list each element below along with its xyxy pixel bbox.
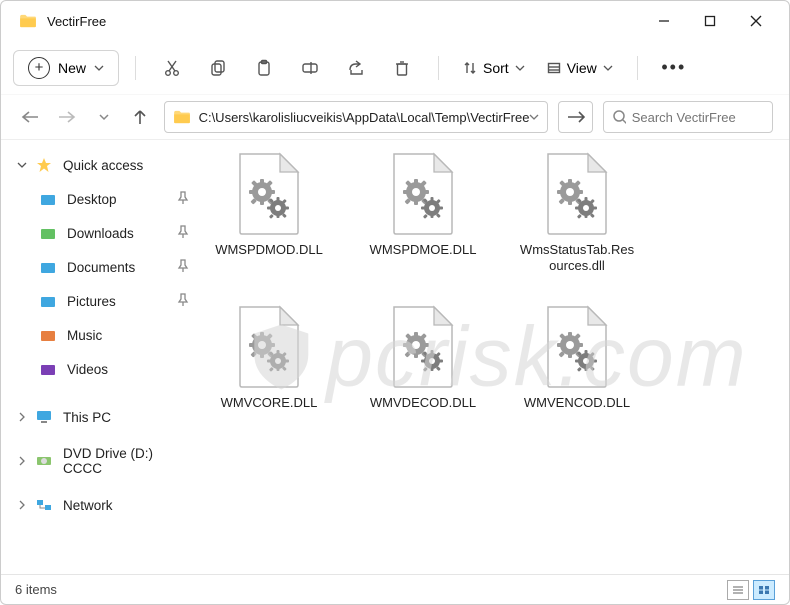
folder-icon: [19, 14, 37, 28]
maximize-button[interactable]: [687, 2, 733, 40]
new-label: New: [58, 60, 86, 76]
delete-button[interactable]: [382, 48, 422, 88]
sidebar-item[interactable]: Desktop: [1, 182, 197, 216]
folder-small-icon: [39, 363, 57, 376]
folder-small-icon: [39, 295, 57, 308]
file-name: WMVENCOD.DLL: [524, 395, 630, 411]
folder-small-icon: [39, 193, 57, 206]
file-name: WMSPDMOE.DLL: [370, 242, 477, 258]
back-button[interactable]: [17, 103, 44, 131]
file-item[interactable]: WMSPDMOE.DLL: [365, 152, 481, 275]
chevron-down-icon: [515, 65, 525, 71]
sidebar-item[interactable]: DVD Drive (D:) CCCC: [1, 444, 197, 478]
sidebar-item[interactable]: Pictures: [1, 284, 197, 318]
close-button[interactable]: [733, 2, 779, 40]
address-row: C:\Users\karolisliucveikis\AppData\Local…: [1, 95, 789, 139]
sidebar-item-label: Network: [63, 498, 189, 513]
drive-icon: [35, 498, 53, 512]
drive-icon: [35, 410, 53, 424]
paste-button[interactable]: [244, 48, 284, 88]
new-button[interactable]: + New: [13, 50, 119, 86]
search-icon: [612, 109, 626, 125]
plus-icon: +: [28, 57, 50, 79]
folder-small-icon: [39, 261, 57, 274]
details-view-button[interactable]: [727, 580, 749, 600]
pin-icon: [177, 259, 189, 276]
file-item[interactable]: WMVDECOD.DLL: [365, 305, 481, 411]
status-bar: 6 items: [1, 574, 789, 604]
sidebar-item[interactable]: Music: [1, 318, 197, 352]
file-item[interactable]: WMSPDMOD.DLL: [211, 152, 327, 275]
window-title: VectirFree: [47, 14, 106, 29]
view-button[interactable]: View: [539, 56, 621, 80]
sort-icon: [463, 61, 477, 75]
sidebar-item-label: DVD Drive (D:) CCCC: [63, 446, 189, 476]
dll-file-icon: [234, 152, 304, 236]
refresh-button[interactable]: [558, 101, 592, 133]
title-bar: VectirFree: [1, 1, 789, 41]
chevron-down-icon: [15, 158, 29, 172]
chevron-right-icon: [15, 498, 29, 512]
star-icon: [35, 157, 53, 173]
folder-small-icon: [39, 329, 57, 342]
recent-button[interactable]: [90, 103, 117, 131]
sidebar-item-label: Downloads: [67, 226, 167, 241]
file-name: WMVDECOD.DLL: [370, 395, 476, 411]
chevron-right-icon: [15, 410, 29, 424]
copy-button[interactable]: [198, 48, 238, 88]
chevron-down-icon[interactable]: [529, 114, 539, 120]
sidebar-item-label: Desktop: [67, 192, 167, 207]
address-text: C:\Users\karolisliucveikis\AppData\Local…: [199, 110, 530, 125]
sidebar-item-label: This PC: [63, 410, 189, 425]
file-item[interactable]: WMVENCOD.DLL: [519, 305, 635, 411]
search-box[interactable]: [603, 101, 773, 133]
dll-file-icon: [542, 152, 612, 236]
address-bar[interactable]: C:\Users\karolisliucveikis\AppData\Local…: [164, 101, 549, 133]
sidebar-item-label: Pictures: [67, 294, 167, 309]
file-name: WMVCORE.DLL: [221, 395, 318, 411]
folder-icon: [173, 110, 191, 124]
up-button[interactable]: [127, 103, 154, 131]
pin-icon: [177, 293, 189, 310]
content-area[interactable]: pcrisk.com WMSPDMOD.DLLWMSPDMOE.DLLWmsSt…: [201, 140, 789, 574]
pin-icon: [177, 225, 189, 242]
chevron-right-icon: [15, 454, 29, 468]
sidebar-item[interactable]: Videos: [1, 352, 197, 386]
sidebar-item-label: Music: [67, 328, 189, 343]
file-item[interactable]: WmsStatusTab.Resources.dll: [519, 152, 635, 275]
rename-button[interactable]: [290, 48, 330, 88]
icons-view-button[interactable]: [753, 580, 775, 600]
sidebar-item[interactable]: Network: [1, 488, 197, 522]
sidebar-quick-access[interactable]: Quick access: [1, 148, 197, 182]
chevron-down-icon: [94, 65, 104, 71]
sidebar-item-label: Documents: [67, 260, 167, 275]
toolbar: + New Sort View •••: [1, 41, 789, 95]
file-item[interactable]: WMVCORE.DLL: [211, 305, 327, 411]
share-button[interactable]: [336, 48, 376, 88]
folder-small-icon: [39, 227, 57, 240]
sidebar: Quick access Desktop Downloads Documents Pic…: [1, 140, 201, 574]
chevron-down-icon: [603, 65, 613, 71]
dll-file-icon: [234, 305, 304, 389]
sidebar-item[interactable]: Downloads: [1, 216, 197, 250]
dll-file-icon: [542, 305, 612, 389]
file-name: WMSPDMOD.DLL: [215, 242, 323, 258]
forward-button[interactable]: [54, 103, 81, 131]
sidebar-item-label: Videos: [67, 362, 189, 377]
sort-button[interactable]: Sort: [455, 56, 533, 80]
sidebar-item-label: Quick access: [63, 158, 189, 173]
sidebar-item[interactable]: Documents: [1, 250, 197, 284]
file-name: WmsStatusTab.Resources.dll: [519, 242, 635, 275]
view-icon: [547, 61, 561, 75]
cut-button[interactable]: [152, 48, 192, 88]
sidebar-item[interactable]: This PC: [1, 400, 197, 434]
dll-file-icon: [388, 305, 458, 389]
item-count: 6 items: [15, 582, 57, 597]
pin-icon: [177, 191, 189, 208]
dll-file-icon: [388, 152, 458, 236]
drive-icon: [35, 454, 53, 468]
search-input[interactable]: [632, 110, 764, 125]
minimize-button[interactable]: [641, 2, 687, 40]
more-button[interactable]: •••: [654, 48, 694, 88]
